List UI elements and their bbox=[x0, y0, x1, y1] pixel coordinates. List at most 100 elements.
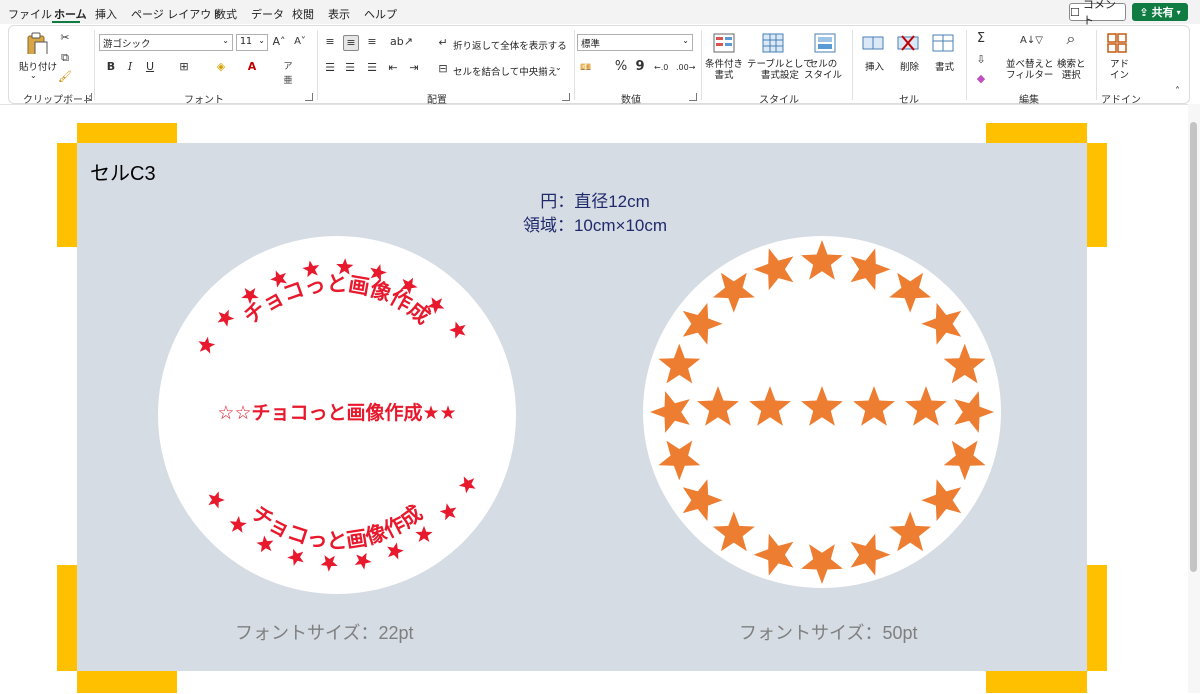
increase-font-icon[interactable]: A˄ bbox=[272, 35, 286, 49]
tab-data[interactable]: データ bbox=[251, 6, 284, 22]
cut-icon[interactable]: ✂ bbox=[58, 31, 72, 45]
delete-cells-button[interactable]: 削除 bbox=[900, 59, 919, 73]
font-name-select[interactable]: 游ゴシック ⌄ bbox=[99, 34, 233, 51]
alignment-launcher-icon[interactable] bbox=[562, 93, 570, 101]
star-icon bbox=[320, 555, 338, 572]
info-line-diameter: 円：直径12cm bbox=[540, 192, 650, 211]
format-cells-button[interactable]: 書式 bbox=[935, 59, 954, 73]
border-icon[interactable]: ⊞ bbox=[177, 60, 191, 74]
align-center-icon[interactable]: ☰ bbox=[343, 61, 357, 75]
scrollbar-thumb[interactable] bbox=[1190, 122, 1197, 572]
tab-home[interactable]: ホーム bbox=[54, 6, 87, 22]
paste-label[interactable]: 貼り付け bbox=[19, 59, 57, 73]
tab-formulas[interactable]: 数式 bbox=[215, 6, 237, 22]
chevron-down-icon: ⌄ bbox=[258, 36, 265, 45]
tab-view[interactable]: 表示 bbox=[328, 6, 350, 22]
merge-center-button[interactable]: セルを結合して中央揃え bbox=[453, 64, 557, 78]
copy-icon[interactable]: ⧉ bbox=[58, 51, 72, 65]
star-icon bbox=[850, 248, 891, 291]
collapse-ribbon-icon[interactable]: ˄ bbox=[1175, 86, 1180, 97]
orientation-icon[interactable]: ab↗ bbox=[390, 35, 413, 49]
fill-color-icon[interactable]: ◈ bbox=[214, 60, 228, 74]
comma-button[interactable]: 9 bbox=[633, 60, 647, 74]
currency-icon[interactable]: 💴 bbox=[579, 61, 593, 75]
tab-page-layout[interactable]: ページ レイアウト bbox=[131, 6, 222, 22]
tab-insert[interactable]: 挿入 bbox=[95, 6, 117, 22]
number-launcher-icon[interactable] bbox=[689, 93, 697, 101]
comment-button[interactable]: ☐ コメント bbox=[1069, 0, 1126, 27]
corner-mark bbox=[57, 143, 77, 247]
percent-button[interactable]: % bbox=[614, 60, 628, 74]
star-icon bbox=[889, 272, 932, 313]
wrap-text-button[interactable]: 折り返して全体を表示する bbox=[453, 38, 567, 52]
sort-filter-button[interactable]: 並べ替えと フィルター bbox=[1006, 59, 1054, 81]
addins-button[interactable]: アド イン bbox=[1110, 59, 1129, 81]
corner-mark bbox=[77, 671, 177, 693]
chevron-down-icon: ▾ bbox=[1176, 7, 1181, 17]
merge-center-icon[interactable]: ⊟ bbox=[436, 62, 450, 76]
ribbon: 貼り付け ⌄ ✂ ⧉ 🖌 クリップボード 游ゴシック ⌄ 11 ⌄ A˄ A˅ B … bbox=[8, 25, 1190, 106]
align-bottom-icon[interactable]: ≡ bbox=[365, 35, 379, 49]
wrap-text-icon[interactable]: ↵ bbox=[436, 36, 450, 50]
star-icon bbox=[749, 386, 791, 426]
star-icon bbox=[889, 511, 932, 552]
right-star-row bbox=[697, 386, 947, 426]
format-painter-icon[interactable]: 🖌 bbox=[58, 70, 72, 84]
increase-decimal-icon[interactable]: ←.0 bbox=[654, 61, 668, 75]
chevron-down-icon: ⌄ bbox=[682, 36, 689, 45]
font-color-icon[interactable]: A bbox=[245, 60, 259, 74]
decrease-indent-icon[interactable]: ⇤ bbox=[386, 61, 400, 75]
tab-help[interactable]: ヘルプ bbox=[364, 6, 397, 22]
cell-styles-button[interactable]: セルの スタイル bbox=[804, 59, 842, 81]
underline-button[interactable]: U bbox=[143, 60, 157, 74]
left-caption: フォントサイズ：22pt bbox=[235, 623, 414, 643]
fill-icon[interactable]: ⇩ bbox=[974, 53, 988, 67]
paste-dropdown-icon[interactable]: ⌄ bbox=[30, 71, 37, 80]
star-icon bbox=[850, 533, 891, 576]
conditional-formatting-button[interactable]: 条件付き 書式 bbox=[705, 59, 743, 81]
align-left-icon[interactable]: ☰ bbox=[323, 61, 337, 75]
separator bbox=[317, 30, 318, 100]
clipboard-launcher-icon[interactable] bbox=[84, 93, 92, 101]
font-launcher-icon[interactable] bbox=[305, 93, 313, 101]
star-icon bbox=[921, 479, 962, 522]
addins-icon[interactable] bbox=[1105, 32, 1129, 54]
number-format-select[interactable]: 標準 ⌄ bbox=[577, 34, 693, 51]
format-cells-icon[interactable] bbox=[931, 32, 955, 54]
tab-file[interactable]: ファイル bbox=[8, 6, 52, 22]
search-icon[interactable]: ⌕ bbox=[1064, 31, 1078, 47]
decrease-font-icon[interactable]: A˅ bbox=[293, 35, 307, 49]
font-size-select[interactable]: 11 ⌄ bbox=[236, 34, 268, 51]
decrease-decimal-icon[interactable]: .00→ bbox=[676, 61, 695, 75]
separator bbox=[966, 30, 967, 100]
star-icon bbox=[921, 302, 962, 345]
conditional-formatting-icon[interactable] bbox=[712, 32, 736, 54]
format-as-table-icon[interactable] bbox=[761, 32, 785, 54]
tab-review[interactable]: 校閲 bbox=[292, 6, 314, 22]
autosum-icon[interactable]: Σ bbox=[974, 32, 988, 46]
chevron-down-icon[interactable]: ⌄ bbox=[555, 63, 562, 72]
increase-indent-icon[interactable]: ⇥ bbox=[407, 61, 421, 75]
phonetic-icon[interactable]: ア亜 bbox=[281, 60, 295, 86]
find-select-button[interactable]: 検索と 選択 bbox=[1057, 59, 1086, 81]
active-tab-indicator bbox=[52, 21, 80, 23]
format-as-table-button[interactable]: テーブルとして 書式設定 bbox=[747, 59, 813, 81]
clear-icon[interactable]: ◆ bbox=[974, 72, 988, 86]
comment-icon: ☐ bbox=[1070, 5, 1080, 19]
star-icon bbox=[853, 386, 895, 426]
align-top-icon[interactable]: ≡ bbox=[323, 35, 337, 49]
star-icon bbox=[354, 552, 372, 570]
align-right-icon[interactable]: ☰ bbox=[365, 61, 379, 75]
cell-styles-icon[interactable] bbox=[813, 32, 837, 54]
corner-mark bbox=[986, 671, 1087, 693]
sort-filter-icon[interactable]: A↓▽ bbox=[1020, 34, 1043, 48]
insert-cells-icon[interactable] bbox=[861, 32, 885, 54]
bold-button[interactable]: B bbox=[104, 60, 118, 74]
share-button[interactable]: ⇪ 共有 ▾ bbox=[1132, 3, 1188, 21]
align-middle-icon[interactable]: ≡ bbox=[343, 35, 359, 51]
star-icon bbox=[954, 391, 994, 433]
delete-cells-icon[interactable] bbox=[896, 32, 920, 54]
paste-icon[interactable] bbox=[25, 32, 49, 54]
insert-cells-button[interactable]: 挿入 bbox=[865, 59, 884, 73]
italic-button[interactable]: I bbox=[123, 60, 137, 74]
